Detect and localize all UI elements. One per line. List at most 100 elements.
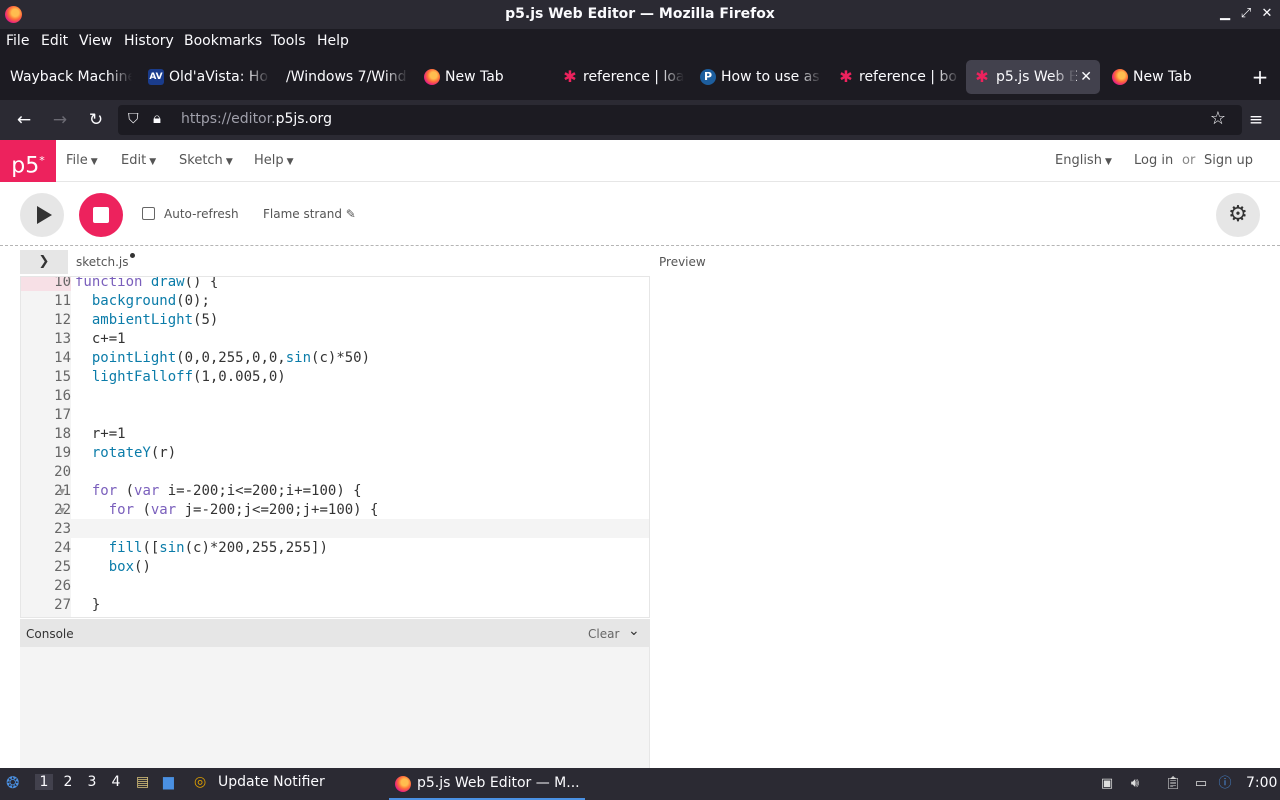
volume-icon[interactable]: 🔊︎ — [1126, 775, 1144, 793]
preview-label: Preview — [659, 255, 706, 269]
bookmark-star-icon[interactable]: ☆ — [1210, 108, 1226, 129]
menu-tools[interactable]: Tools — [271, 33, 306, 49]
network-icon[interactable]: ▭ — [1192, 775, 1210, 793]
p5-menu-help[interactable]: Help ▼ — [254, 153, 294, 168]
p5-menu-edit[interactable]: Edit ▼ — [121, 153, 156, 168]
workspace-4[interactable]: 4 — [107, 774, 125, 790]
forward-arrow-icon[interactable]: → — [48, 108, 72, 132]
p5-menu-sketch[interactable]: Sketch ▼ — [179, 153, 233, 168]
menu-bookmarks[interactable]: Bookmarks — [184, 33, 262, 49]
start-menu-icon[interactable]: ❂ — [6, 773, 19, 792]
code-line[interactable]: lightFalloff(1,0.005,0) — [75, 369, 286, 385]
clipboard-icon[interactable]: 📋︎ — [1164, 775, 1182, 793]
tab-reference-bo[interactable]: ✱ reference | bo — [832, 60, 960, 94]
tab-label: New Tab — [445, 69, 504, 85]
window-titlebar: p5.js Web Editor — Mozilla Firefox ▁ ⤢ ✕ — [0, 0, 1280, 29]
p5-star-icon: ✱ — [839, 67, 853, 86]
tab-windows7[interactable]: /Windows 7/Wind — [280, 60, 408, 94]
workspace-1[interactable]: 1 — [35, 774, 53, 790]
settings-gear-icon[interactable]: ⚙ — [1216, 193, 1260, 237]
file-tab-sketch-js[interactable]: sketch.js — [76, 253, 136, 269]
code-line[interactable]: ambientLight(5) — [75, 312, 218, 328]
tab-new-tab-2[interactable]: New Tab — [1106, 60, 1234, 94]
tab-wayback-machine[interactable]: Wayback Machine — [4, 60, 132, 94]
line-number: 16 — [54, 388, 71, 404]
new-tab-plus-icon[interactable]: + — [1250, 60, 1270, 94]
code-line[interactable]: background(0); — [75, 293, 210, 309]
minimize-button[interactable]: ▁ — [1216, 5, 1234, 23]
update-notifier-task[interactable]: Update Notifier — [218, 774, 325, 790]
tab-new-tab-1[interactable]: New Tab — [418, 60, 546, 94]
signup-link[interactable]: Sign up — [1204, 153, 1253, 168]
firefox-icon — [424, 69, 440, 85]
tab-label: New Tab — [1133, 69, 1192, 85]
close-tab-icon[interactable]: ✕ — [1080, 60, 1092, 94]
login-link[interactable]: Log in — [1134, 153, 1173, 168]
code-line[interactable]: for (var j=-200;j<=200;j+=100) { — [75, 502, 379, 518]
tab-oldavista[interactable]: AV Old'aVista: Ho — [142, 60, 270, 94]
tab-bar: Wayback Machine AV Old'aVista: Ho /Windo… — [0, 53, 1280, 100]
sketch-name[interactable]: Flame strand ✎ — [263, 207, 356, 221]
maximize-button[interactable]: ⤢ — [1237, 5, 1255, 23]
p5-star-icon: ✱ — [975, 67, 989, 86]
console-collapse-chevron-icon[interactable]: ⌄ — [628, 623, 640, 639]
tab-how-to-use[interactable]: P How to use as — [694, 60, 822, 94]
lock-icon[interactable]: 🔒︎ — [153, 109, 161, 127]
code-line[interactable]: function draw() { — [75, 277, 218, 290]
caret-down-icon: ▼ — [149, 157, 157, 167]
menu-history[interactable]: History — [124, 33, 174, 49]
p5-menu-file[interactable]: File ▼ — [66, 153, 98, 168]
workspace-2[interactable]: 2 — [59, 774, 77, 790]
url-bar[interactable]: ⛉ 🔒︎ https://editor.p5js.org ☆ — [118, 105, 1242, 135]
line-number: 25 — [54, 559, 71, 575]
pencil-icon: ✎ — [345, 207, 356, 221]
hamburger-menu-icon[interactable]: ≡ — [1244, 108, 1268, 132]
caret-down-icon: ▼ — [286, 157, 294, 167]
tray-package-icon[interactable]: ▣ — [1098, 775, 1116, 793]
close-window-button[interactable]: ✕ — [1258, 5, 1276, 23]
code-line[interactable]: rotateY(r) — [75, 445, 176, 461]
stop-button[interactable] — [79, 193, 123, 237]
desktop-icon[interactable]: ▆ — [163, 774, 174, 790]
menu-view[interactable]: View — [79, 33, 112, 49]
line-number: 23 — [54, 521, 71, 537]
line-number: 17 — [54, 407, 71, 423]
console-label: Console — [26, 627, 74, 641]
line-number: 10 — [54, 276, 71, 290]
tab-reference-loa[interactable]: ✱ reference | loa — [556, 60, 684, 94]
auto-refresh-checkbox[interactable] — [142, 207, 155, 220]
play-button[interactable] — [20, 193, 64, 237]
sidebar-toggle-chevron-icon[interactable]: ❯ — [20, 250, 68, 274]
console-output[interactable] — [20, 647, 650, 768]
oldavista-icon: AV — [148, 69, 164, 85]
active-line-highlight — [71, 519, 649, 538]
code-line[interactable]: fill([sin(c)*200,255,255]) — [75, 540, 328, 556]
firefox-task-button[interactable]: p5.js Web Editor — M... — [389, 768, 585, 800]
console-clear-button[interactable]: Clear — [588, 627, 619, 641]
file-manager-icon[interactable]: ▤ — [136, 774, 149, 790]
workspace-3[interactable]: 3 — [83, 774, 101, 790]
code-editor[interactable]: 10 11 12 13 14 15 16 17 18 19 20 21 ▼ 22 ▼ 23 24 25 26 27 f… — [20, 276, 650, 618]
reload-icon[interactable]: ↻ — [84, 108, 108, 132]
menu-edit[interactable]: Edit — [41, 33, 68, 49]
code-line[interactable]: c+=1 — [75, 331, 126, 347]
code-line[interactable]: for (var i=-200;i<=200;i+=100) { — [75, 483, 362, 499]
notification-icon[interactable]: ⓘ — [1216, 775, 1234, 793]
menu-file[interactable]: File — [6, 33, 29, 49]
fold-arrow-icon[interactable]: ▼ — [59, 487, 65, 496]
code-line[interactable]: } — [75, 597, 100, 613]
language-select[interactable]: English ▼ — [1055, 153, 1112, 168]
shield-icon[interactable]: ⛉ — [128, 111, 139, 127]
code-line[interactable]: r+=1 — [75, 426, 126, 442]
code-line[interactable]: pointLight(0,0,255,0,0,sin(c)*50) — [75, 350, 370, 366]
fold-arrow-icon[interactable]: ▼ — [59, 506, 65, 515]
tab-p5js-web-editor[interactable]: ✱ p5.js Web E ✕ — [966, 60, 1100, 94]
update-notifier-icon[interactable]: ◎ — [194, 774, 206, 790]
p5-logo[interactable]: p5* — [0, 140, 56, 182]
code-line[interactable]: box() — [75, 559, 151, 575]
url-text[interactable]: https://editor.p5js.org — [181, 111, 332, 127]
back-arrow-icon[interactable]: ← — [12, 108, 36, 132]
line-number: 26 — [54, 578, 71, 594]
menu-help[interactable]: Help — [317, 33, 349, 49]
os-taskbar: ❂ 1 2 3 4 ▤ ▆ ◎ Update Notifier p5.js We… — [0, 768, 1280, 800]
